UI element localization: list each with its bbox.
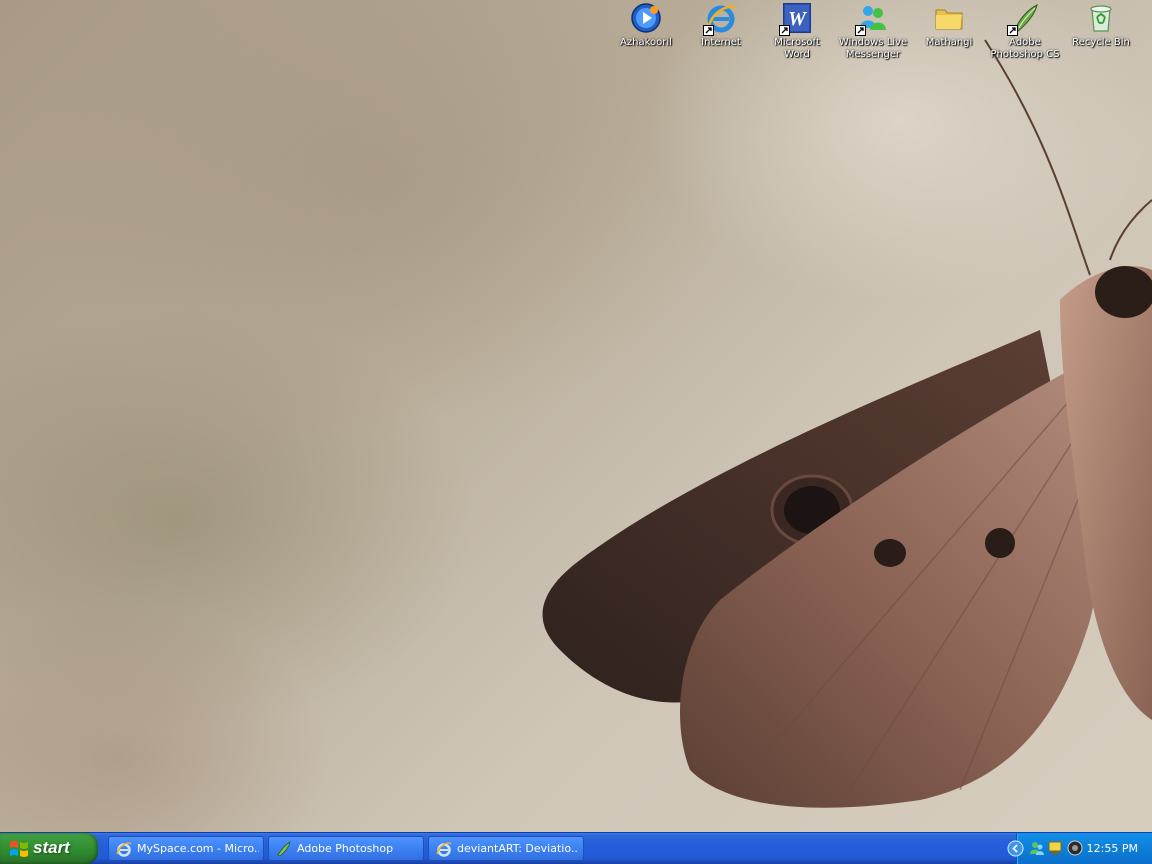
recycle-bin-icon [1085, 2, 1117, 34]
taskbar-button-deviantart[interactable]: deviantART: Deviatio... [428, 836, 584, 861]
photoshop-icon [276, 841, 292, 862]
svg-text:W: W [788, 8, 807, 30]
audio-icon[interactable] [1067, 840, 1083, 861]
shortcut-arrow-icon [779, 25, 790, 36]
taskbar-button-label: Adobe Photoshop [297, 842, 394, 855]
taskbar-button-myspace[interactable]: MySpace.com - Micro... [108, 836, 264, 861]
messenger-icon [855, 2, 889, 36]
desktop-icon-label: Microsoft Word [774, 37, 820, 60]
shortcut-arrow-icon [855, 25, 866, 36]
photoshop-icon [1007, 2, 1041, 36]
desktop-icon-label: Recycle Bin [1072, 37, 1130, 48]
internet-explorer-icon [116, 841, 132, 862]
folder-icon [933, 2, 965, 34]
internet-explorer-icon [703, 2, 737, 36]
desktop-icon-recycle-bin[interactable]: Recycle Bin [1064, 2, 1138, 49]
desktop-icon-adobe-photoshop[interactable]: Adobe Photoshop CS [988, 2, 1062, 61]
word-icon: W [779, 2, 813, 36]
desktop-icon-windows-live-messenger[interactable]: Windows Live Messenger [836, 2, 910, 61]
windows-logo-icon [9, 840, 29, 863]
taskbar: start MySpace.com - Micro... Adobe Photo… [0, 832, 1152, 864]
desktop-icon-azhakooril[interactable]: Azhakooril [609, 2, 683, 49]
desktop-icon-label: Mathangi [925, 37, 973, 48]
display-icon[interactable] [1048, 840, 1064, 861]
clock[interactable]: 12:55 PM [1087, 842, 1138, 855]
start-label: start [33, 838, 70, 857]
system-tray: 12:55 PM [1007, 833, 1152, 864]
shortcut-arrow-icon [703, 25, 714, 36]
desktop-icon-internet[interactable]: Internet [684, 2, 758, 49]
internet-explorer-icon [436, 841, 452, 862]
start-button[interactable]: start [0, 833, 98, 864]
desktop-icon-mathangi[interactable]: Mathangi [912, 2, 986, 49]
media-player-icon [630, 2, 662, 34]
desktop-icon-label: Internet [701, 37, 741, 48]
desktop: Azhakooril Internet W Microsoft Word Win… [0, 0, 1152, 832]
moth-wallpaper [542, 39, 1152, 808]
taskbar-button-adobe-photoshop[interactable]: Adobe Photoshop [268, 836, 424, 861]
desktop-icon-label: Azhakooril [620, 37, 672, 48]
network-users-icon[interactable] [1029, 840, 1045, 861]
desktop-icon-label: Windows Live Messenger [838, 37, 908, 60]
chevron-left-icon[interactable] [1007, 840, 1024, 862]
desktop-icon-microsoft-word[interactable]: W Microsoft Word [760, 2, 834, 61]
desktop-icon-label: Adobe Photoshop CS [990, 37, 1060, 60]
taskbar-button-label: MySpace.com - Micro... [137, 842, 259, 855]
shortcut-arrow-icon [1007, 25, 1018, 36]
taskbar-button-label: deviantART: Deviatio... [457, 842, 579, 855]
